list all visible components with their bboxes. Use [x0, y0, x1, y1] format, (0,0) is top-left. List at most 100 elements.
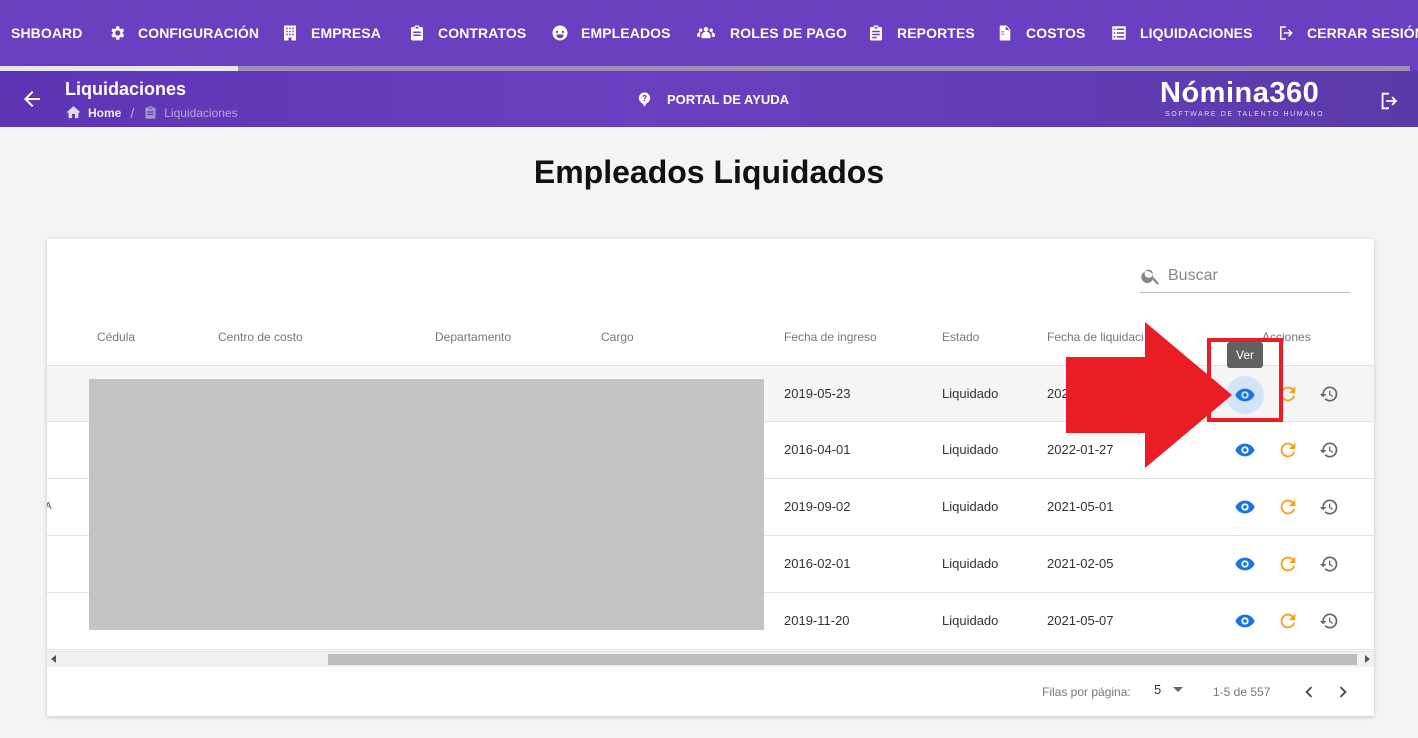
stray-glyph: A — [47, 501, 52, 512]
brand-tagline: SOFTWARE DE TALENTO HUMANO — [1165, 111, 1325, 118]
column-header-cargo[interactable]: Cargo — [601, 330, 634, 344]
nav-item-cerrar-sesion[interactable]: CERRAR SESIÓN — [1277, 0, 1418, 66]
nav-item-roles-de-pago[interactable]: ROLES DE PAGO — [694, 0, 847, 66]
help-icon — [638, 92, 651, 107]
view-button[interactable] — [1232, 608, 1258, 634]
history-button[interactable] — [1316, 381, 1342, 407]
employee-face-icon — [552, 25, 568, 41]
horizontal-scrollbar[interactable] — [47, 651, 1374, 667]
users-icon — [697, 27, 715, 39]
history-icon — [1319, 499, 1338, 515]
nav-item-reportes[interactable]: REPORTES — [867, 0, 975, 66]
eye-icon — [1235, 557, 1255, 571]
redo-icon — [1280, 613, 1296, 629]
history-icon — [1319, 386, 1338, 402]
nav-label: CONFIGURACIÓN — [138, 25, 260, 41]
employees-table-card: Cédula Centro de costo Departamento Carg… — [47, 239, 1374, 716]
nav-item-costos[interactable]: COSTOS — [996, 0, 1085, 66]
nav-item-contratos[interactable]: CONTRATOS — [408, 0, 526, 66]
reliquidate-button[interactable] — [1275, 608, 1301, 634]
history-button[interactable] — [1316, 494, 1342, 520]
redo-icon — [1280, 556, 1296, 572]
reliquidate-button[interactable] — [1275, 494, 1301, 520]
page-header: Liquidaciones Home / Liquidaciones PORTA… — [0, 71, 1418, 127]
column-header-cedula[interactable]: Cédula — [97, 330, 135, 344]
view-button[interactable] — [1232, 437, 1258, 463]
clipboard-icon — [145, 106, 156, 119]
cell-fecha-ingreso: 2016-04-01 — [784, 442, 851, 457]
nav-label: ROLES DE PAGO — [730, 25, 847, 41]
home-icon — [66, 106, 81, 119]
scrollbar-thumb[interactable] — [328, 654, 1357, 665]
cell-estado: Liquidado — [942, 613, 999, 628]
cell-estado: Liquidado — [942, 499, 999, 514]
help-portal-link[interactable]: PORTAL DE AYUDA — [636, 91, 789, 108]
nav-item-dashboard[interactable]: SHBOARD — [11, 0, 82, 66]
cell-fecha-ingreso: 2019-05-23 — [784, 386, 851, 401]
nav-item-empleados[interactable]: EMPLEADOS — [551, 0, 671, 66]
eye-icon — [1235, 614, 1255, 628]
breadcrumb-current: Liquidaciones — [143, 105, 238, 120]
brand-name: Nómina360 — [1160, 77, 1320, 109]
cell-estado: Liquidado — [942, 442, 999, 457]
logout-icon — [1280, 26, 1293, 40]
rows-per-page-label: Filas por página: — [1042, 685, 1131, 699]
annotation-highlight-box — [1207, 338, 1283, 422]
top-navigation-bar: SHBOARD CONFIGURACIÓN EMPRESA CONTRATOS … — [0, 0, 1418, 66]
arrow-left-icon — [24, 91, 40, 107]
pagination-range: 1-5 de 557 — [1213, 685, 1271, 699]
gear-icon — [111, 26, 125, 40]
eye-icon — [1235, 443, 1255, 457]
history-button[interactable] — [1316, 608, 1342, 634]
breadcrumb: Home / Liquidaciones — [65, 104, 238, 121]
scroll-right-arrow[interactable] — [1365, 655, 1370, 663]
nav-item-configuracion[interactable]: CONFIGURACIÓN — [108, 0, 259, 66]
search-input[interactable] — [1168, 266, 1338, 285]
reliquidate-button[interactable] — [1275, 551, 1301, 577]
column-header-fecha-ingreso[interactable]: Fecha de ingreso — [784, 330, 877, 344]
redo-icon — [1280, 499, 1296, 515]
column-header-centro-de-costo[interactable]: Centro de costo — [218, 330, 303, 344]
next-page-button[interactable] — [1332, 681, 1354, 703]
back-button[interactable] — [20, 87, 44, 111]
history-button[interactable] — [1316, 437, 1342, 463]
invoice-icon — [999, 25, 1011, 41]
breadcrumb-home[interactable]: Home — [65, 104, 121, 121]
logout-button[interactable] — [1378, 90, 1400, 112]
nav-label: CONTRATOS — [438, 25, 527, 41]
redo-icon — [1280, 442, 1296, 458]
list-icon — [1112, 26, 1126, 40]
nav-item-empresa[interactable]: EMPRESA — [281, 0, 381, 66]
search-box[interactable] — [1140, 259, 1350, 293]
scroll-left-arrow[interactable] — [51, 655, 56, 663]
nav-item-liquidaciones[interactable]: LIQUIDACIONES — [1110, 0, 1253, 66]
help-label: PORTAL DE AYUDA — [667, 92, 790, 107]
view-button[interactable] — [1232, 551, 1258, 577]
history-icon — [1319, 556, 1338, 572]
rows-per-page-select[interactable]: 5 — [1154, 682, 1184, 697]
breadcrumb-home-label: Home — [88, 105, 122, 120]
reliquidate-button[interactable] — [1275, 437, 1301, 463]
clipboard-list-icon — [870, 25, 882, 41]
history-button[interactable] — [1316, 551, 1342, 577]
brand-logo: Nómina360 SOFTWARE DE TALENTO HUMANO — [1160, 76, 1340, 120]
nav-label: EMPRESA — [311, 25, 381, 41]
column-header-estado[interactable]: Estado — [942, 330, 979, 344]
cell-fecha-ingreso: 2019-11-20 — [784, 613, 850, 628]
nav-label: EMPLEADOS — [581, 25, 671, 41]
eye-icon — [1235, 500, 1255, 514]
nav-label: SHBOARD — [11, 25, 83, 41]
cell-estado: Liquidado — [942, 556, 999, 571]
chevron-left-icon — [1305, 686, 1313, 698]
cell-fecha-liquidacion: 2021-05-01 — [1047, 499, 1114, 514]
cell-fecha-ingreso: 2019-09-02 — [784, 499, 851, 514]
dropdown-caret-icon — [1173, 687, 1184, 692]
clipboard-icon — [411, 25, 423, 41]
logout-icon — [1381, 92, 1398, 110]
view-button[interactable] — [1232, 494, 1258, 520]
previous-page-button[interactable] — [1298, 681, 1320, 703]
page-title: Empleados Liquidados — [533, 154, 885, 190]
column-header-departamento[interactable]: Departamento — [435, 330, 511, 344]
cell-fecha-ingreso: 2016-02-01 — [784, 556, 851, 571]
building-icon — [284, 25, 296, 41]
